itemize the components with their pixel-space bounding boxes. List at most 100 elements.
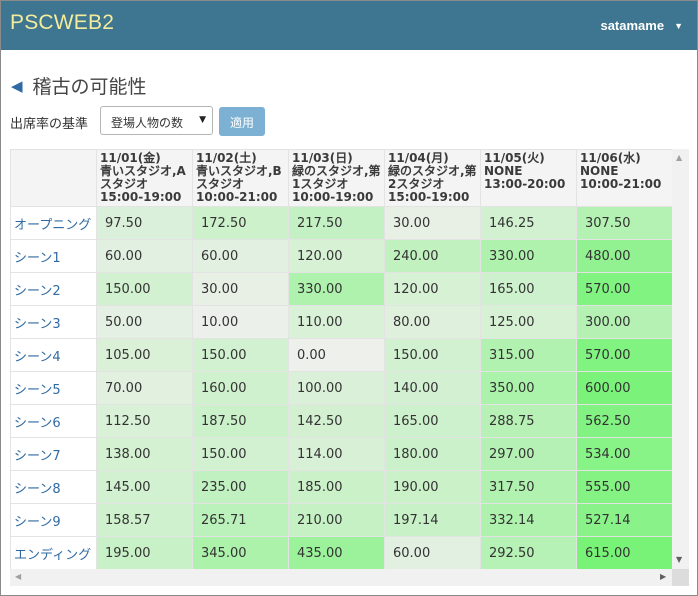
scene-link[interactable]: エンディング — [10, 536, 97, 570]
value-cell: 330.00 — [288, 272, 385, 306]
value-cell: 150.00 — [96, 272, 193, 306]
value-cell: 10.00 — [192, 305, 289, 339]
table-row: シーン1 60.00 60.00 120.00 240.00 330.00 480.00 — [10, 239, 673, 273]
apply-button[interactable]: 適用 — [219, 107, 265, 136]
column-header-time: 10:00-21:00 — [196, 190, 278, 204]
value-cell: 120.00 — [288, 239, 385, 273]
value-cell: 138.00 — [96, 437, 193, 471]
value-cell: 317.50 — [480, 470, 577, 504]
value-cell: 332.14 — [480, 503, 577, 537]
value-cell: 235.00 — [192, 470, 289, 504]
value-cell: 60.00 — [384, 536, 481, 570]
value-cell: 185.00 — [288, 470, 385, 504]
value-cell: 50.00 — [96, 305, 193, 339]
value-cell: 142.50 — [288, 404, 385, 438]
header-row: 11/01(金) 青いスタジオ,Aスタジオ 15:00-19:00 11/02(土) 青… — [10, 149, 673, 207]
value-cell: 615.00 — [576, 536, 673, 570]
value-cell: 190.00 — [384, 470, 481, 504]
value-cell: 100.00 — [288, 371, 385, 405]
scene-link[interactable]: シーン3 — [10, 305, 97, 339]
criteria-select[interactable]: 登場人物の数 ▼ — [100, 106, 213, 135]
scene-link[interactable]: シーン9 — [10, 503, 97, 537]
value-cell: 114.00 — [288, 437, 385, 471]
value-cell: 146.25 — [480, 206, 577, 240]
column-header-time: 13:00-20:00 — [484, 177, 566, 191]
back-arrow-icon[interactable]: ◀ — [11, 77, 23, 95]
value-cell: 210.00 — [288, 503, 385, 537]
value-cell: 165.00 — [384, 404, 481, 438]
column-header: 11/01(金) 青いスタジオ,Aスタジオ 15:00-19:00 — [96, 149, 193, 207]
column-header-place: 緑のスタジオ,第1スタジオ — [292, 164, 381, 191]
table-row: シーン5 70.00 160.00 100.00 140.00 350.00 600.00 — [10, 371, 673, 405]
value-cell: 330.00 — [480, 239, 577, 273]
column-header-time: 10:00-19:00 — [292, 190, 374, 204]
value-cell: 555.00 — [576, 470, 673, 504]
value-cell: 292.50 — [480, 536, 577, 570]
scene-link[interactable]: シーン2 — [10, 272, 97, 306]
criteria-label: 出席率の基準 — [10, 117, 89, 132]
column-header-place: 緑のスタジオ,第2スタジオ — [388, 164, 477, 191]
value-cell: 562.50 — [576, 404, 673, 438]
user-menu[interactable]: satamame ▼ — [600, 18, 683, 33]
caret-down-icon: ▼ — [674, 21, 683, 31]
value-cell: 187.50 — [192, 404, 289, 438]
column-header: 11/06(水) NONE 10:00-21:00 — [576, 149, 673, 207]
column-header-time: 10:00-21:00 — [580, 177, 662, 191]
value-cell: 345.00 — [192, 536, 289, 570]
user-name: satamame — [600, 18, 665, 33]
value-cell: 180.00 — [384, 437, 481, 471]
value-cell: 297.00 — [480, 437, 577, 471]
scroll-right-icon[interactable]: ▶ — [660, 572, 666, 581]
scene-link[interactable]: シーン4 — [10, 338, 97, 372]
caret-down-icon: ▼ — [199, 115, 206, 125]
scene-link[interactable]: シーン7 — [10, 437, 97, 471]
scroll-up-icon[interactable]: ▲ — [676, 153, 682, 162]
value-cell: 125.00 — [480, 305, 577, 339]
column-header: 11/05(火) NONE 13:00-20:00 — [480, 149, 577, 207]
vertical-scrollbar[interactable]: ▲ ▼ — [672, 149, 689, 569]
value-cell: 300.00 — [576, 305, 673, 339]
column-header-place: 青いスタジオ,Aスタジオ — [100, 164, 186, 191]
value-cell: 534.00 — [576, 437, 673, 471]
value-cell: 217.50 — [288, 206, 385, 240]
value-cell: 30.00 — [192, 272, 289, 306]
table-row: シーン6 112.50 187.50 142.50 165.00 288.75 562.50 — [10, 404, 673, 438]
value-cell: 0.00 — [288, 338, 385, 372]
page-title: ◀ 稽古の可能性 — [11, 72, 147, 99]
value-cell: 60.00 — [96, 239, 193, 273]
brand-logo[interactable]: PSCWEB2 — [10, 11, 114, 35]
value-cell: 570.00 — [576, 338, 673, 372]
value-cell: 288.75 — [480, 404, 577, 438]
horizontal-scrollbar[interactable]: ◀ ▶ — [10, 569, 672, 586]
value-cell: 150.00 — [192, 437, 289, 471]
value-cell: 265.71 — [192, 503, 289, 537]
value-cell: 172.50 — [192, 206, 289, 240]
value-cell: 315.00 — [480, 338, 577, 372]
value-cell: 70.00 — [96, 371, 193, 405]
availability-grid: 11/01(金) 青いスタジオ,Aスタジオ 15:00-19:00 11/02(土) 青… — [10, 149, 689, 586]
value-cell: 30.00 — [384, 206, 481, 240]
column-header-time: 15:00-19:00 — [100, 190, 182, 204]
table-row: シーン2 150.00 30.00 330.00 120.00 165.00 570.00 — [10, 272, 673, 306]
value-cell: 600.00 — [576, 371, 673, 405]
scene-link[interactable]: シーン6 — [10, 404, 97, 438]
scroll-left-icon[interactable]: ◀ — [15, 572, 21, 581]
value-cell: 150.00 — [192, 338, 289, 372]
scene-link[interactable]: シーン1 — [10, 239, 97, 273]
value-cell: 240.00 — [384, 239, 481, 273]
scene-link[interactable]: オープニング — [10, 206, 97, 240]
value-cell: 150.00 — [384, 338, 481, 372]
table-row: シーン3 50.00 10.00 110.00 80.00 125.00 300.00 — [10, 305, 673, 339]
navbar: PSCWEB2 satamame ▼ — [1, 1, 697, 50]
value-cell: 80.00 — [384, 305, 481, 339]
table-row: シーン7 138.00 150.00 114.00 180.00 297.00 534.00 — [10, 437, 673, 471]
table-row: エンディング 195.00 345.00 435.00 60.00 292.50 615.0… — [10, 536, 673, 570]
scroll-down-icon[interactable]: ▼ — [676, 555, 682, 564]
app-window: PSCWEB2 satamame ▼ ◀ 稽古の可能性 出席率の基準 登場人物の数 … — [0, 0, 698, 596]
value-cell: 60.00 — [192, 239, 289, 273]
column-header: 11/02(土) 青いスタジオ,Bスタジオ 10:00-21:00 — [192, 149, 289, 207]
value-cell: 140.00 — [384, 371, 481, 405]
scene-link[interactable]: シーン5 — [10, 371, 97, 405]
scene-link[interactable]: シーン8 — [10, 470, 97, 504]
column-header-place: 青いスタジオ,Bスタジオ — [196, 164, 282, 191]
